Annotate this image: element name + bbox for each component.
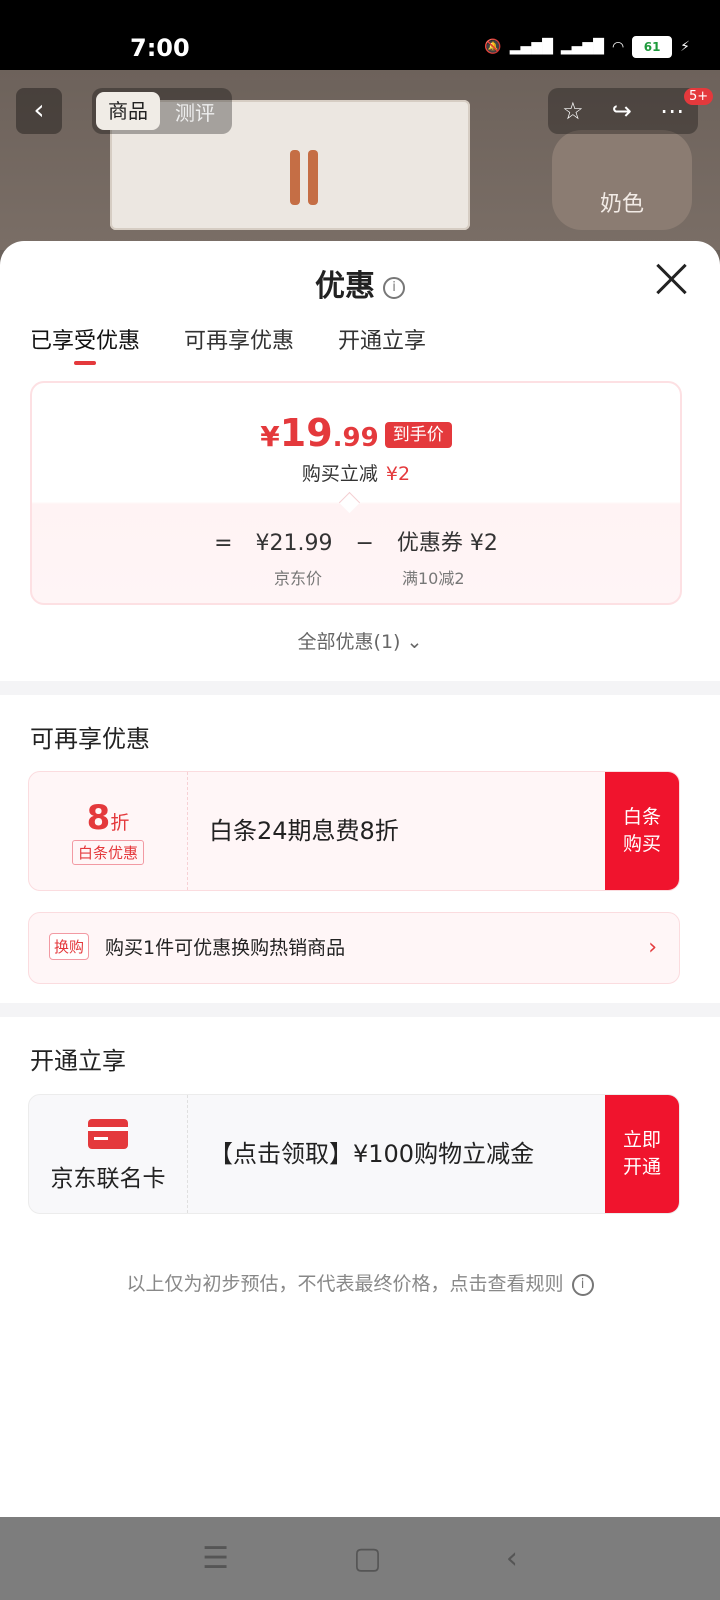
color-option: 奶色 (552, 130, 692, 230)
info-icon: i (571, 1273, 594, 1296)
coupon-condition: 满10减2 (402, 569, 465, 588)
all-discounts-label: 全部优惠(1) (297, 631, 401, 653)
equals-sign: = (214, 531, 233, 556)
tab-open[interactable]: 开通立享 (338, 323, 426, 355)
tab-review[interactable]: 测评 (160, 97, 230, 126)
price-integer: 19 (279, 411, 333, 455)
back-icon[interactable]: ‹ (506, 1541, 518, 1576)
footnote-text: 以上仅为初步预估，不代表最终价格，点击查看规则 (126, 1273, 564, 1295)
charging-icon: ⚡ (680, 39, 690, 55)
home-icon[interactable]: ▢ (353, 1541, 381, 1576)
baitiao-promo-card[interactable]: 8折 白条优惠 白条24期息费8折 白条购买 (28, 771, 680, 891)
discount-tabs: 已享受优惠 可再享优惠 开通立享 (30, 323, 426, 365)
more-icon[interactable]: ⋯ (660, 97, 684, 125)
baitiao-buy-label: 白条购买 (622, 806, 661, 855)
discount-value: 8折 (86, 798, 130, 838)
status-bar: 7:00 🔕 ▂▄▆█ ▂▄▆█ ◠ 61 ⚡ (0, 0, 720, 70)
jd-card-promo[interactable]: 京东联名卡 【点击领取】¥100购物立减金 立即开通 (28, 1094, 680, 1214)
cabinet-handle (308, 150, 318, 205)
swap-promo-card[interactable]: 换购 购买1件可优惠换购热销商品 › (28, 912, 680, 984)
more-section-title: 可再享优惠 (30, 725, 150, 753)
minus-sign: − (355, 531, 374, 556)
final-price: ¥19.99 到手价 (32, 411, 680, 455)
system-nav-bar: ☰ ▢ ‹ (0, 1517, 720, 1600)
swap-description: 购买1件可优惠换购热销商品 (105, 937, 346, 959)
baitiao-discount: 8折 白条优惠 (29, 772, 188, 890)
sheet-title: 优惠 i (0, 261, 720, 305)
chevron-right-icon: › (648, 935, 657, 960)
jd-card-description: 【点击领取】¥100购物立减金 (209, 1140, 535, 1168)
signal-icon-2: ▂▄▆█ (560, 39, 604, 55)
reduce-line: 购买立减 ¥2 (32, 459, 680, 486)
reduce-label: 购买立减 (301, 463, 378, 485)
open-now-label: 立即开通 (622, 1129, 661, 1178)
tab-product[interactable]: 商品 (96, 92, 160, 130)
status-time: 7:00 (130, 34, 190, 62)
favorite-icon[interactable]: ☆ (562, 97, 584, 125)
product-header-background: ‹ 商品 测评 奶色 ☆ ↪ ⋯ 5+ (0, 70, 720, 250)
jd-price: ¥21.99 (255, 531, 333, 556)
swap-tag: 换购 (49, 933, 90, 960)
tab-enjoyed[interactable]: 已享受优惠 (30, 323, 140, 365)
jd-price-label: 京东价 (274, 569, 323, 588)
open-now-button[interactable]: 立即开通 (605, 1095, 679, 1213)
final-price-tag: 到手价 (384, 422, 452, 448)
tab-more[interactable]: 可再享优惠 (184, 323, 294, 355)
currency-symbol: ¥ (260, 420, 280, 453)
info-icon[interactable]: i (383, 276, 405, 299)
status-icons: 🔕 ▂▄▆█ ▂▄▆█ ◠ 61 ⚡ (484, 36, 690, 58)
pointer-arrow (338, 491, 361, 514)
jd-card-info: 京东联名卡 (29, 1095, 188, 1213)
section-divider (0, 681, 720, 695)
menu-icon[interactable]: ☰ (202, 1541, 229, 1576)
message-badge: 5+ (684, 88, 714, 105)
product-tabs: 商品 测评 (92, 88, 232, 134)
baitiao-buy-button[interactable]: 白条购买 (605, 772, 679, 890)
price-decimal: .99 (332, 423, 379, 453)
baitiao-description: 白条24期息费8折 (209, 817, 399, 845)
signal-icon: ▂▄▆█ (509, 39, 553, 55)
jd-card-name: 京东联名卡 (50, 1166, 166, 1192)
discount-sheet: 优惠 i 已享受优惠 可再享优惠 开通立享 ¥19.99 到手价 购买立减 ¥2 = … (0, 241, 720, 1517)
back-button[interactable]: ‹ (16, 88, 62, 134)
header-actions: ☆ ↪ ⋯ (548, 88, 698, 134)
share-icon[interactable]: ↪ (612, 97, 632, 125)
coupon-value: 优惠券 ¥2 (396, 531, 498, 556)
open-section-title: 开通立享 (30, 1047, 126, 1075)
mute-icon: 🔕 (484, 39, 502, 55)
cabinet-handle (290, 150, 300, 205)
all-discounts-toggle[interactable]: 全部优惠(1) ⌄ (0, 627, 720, 654)
credit-card-icon (88, 1119, 128, 1149)
section-divider (0, 1003, 720, 1017)
sheet-title-text: 优惠 (315, 269, 375, 304)
wifi-icon: ◠ (611, 39, 625, 55)
rules-footnote[interactable]: 以上仅为初步预估，不代表最终价格，点击查看规则 i (0, 1269, 720, 1296)
baitiao-tag: 白条优惠 (71, 840, 144, 865)
final-price-card: ¥19.99 到手价 购买立减 ¥2 = ¥21.99 − 优惠券 ¥2 京东价 满… (30, 381, 682, 605)
chevron-down-icon: ⌄ (406, 631, 423, 653)
reduce-value: ¥2 (385, 463, 411, 485)
close-icon[interactable] (652, 259, 692, 299)
price-formula: = ¥21.99 − 优惠券 ¥2 (32, 525, 680, 557)
battery-icon: 61 (632, 36, 673, 58)
